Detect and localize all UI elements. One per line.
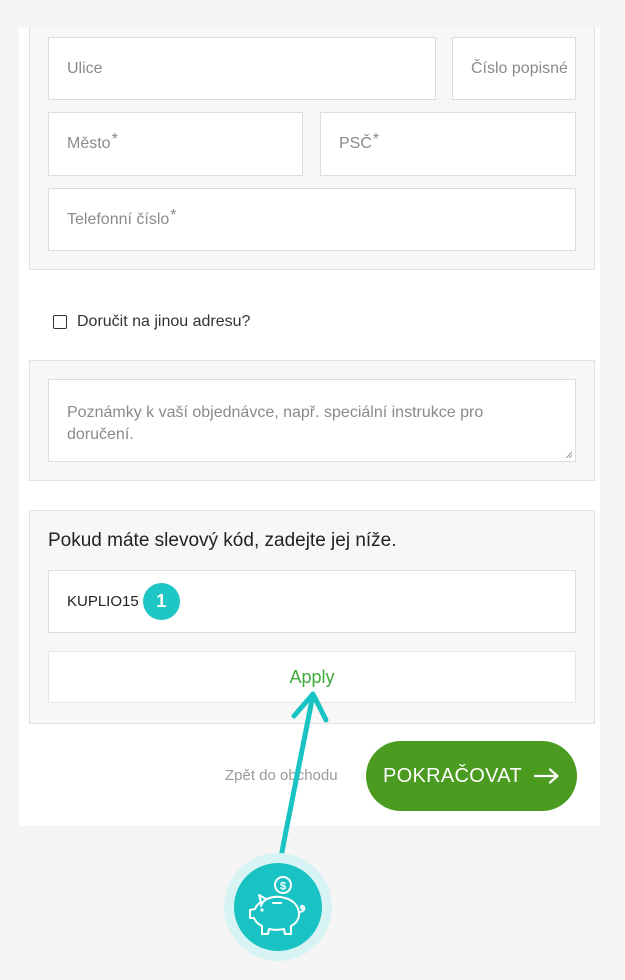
required-mark: * — [372, 131, 380, 149]
order-notes-placeholder: Poznámky k vaší objednávce, např. speciá… — [67, 404, 484, 443]
continue-button[interactable]: POKRAČOVAT — [366, 741, 577, 811]
arrow-right-icon — [533, 768, 560, 784]
phone-field[interactable]: Telefonní číslo * — [48, 188, 576, 251]
different-address-label: Doručit na jinou adresu? — [77, 313, 251, 330]
dollar-coin-icon: $ — [280, 881, 286, 893]
house-number-field[interactable]: Číslo popisné — [452, 37, 576, 100]
piggy-bank-drawing: $ — [249, 876, 306, 935]
back-to-shop-link[interactable]: Zpět do obchodu — [225, 767, 338, 784]
city-placeholder: Město — [67, 135, 111, 153]
piggy-bank-icon: $ — [234, 863, 322, 951]
required-mark: * — [170, 206, 177, 224]
street-placeholder: Ulice — [67, 59, 103, 77]
step-badge: 1 — [142, 583, 180, 620]
zip-field[interactable]: PSČ * — [320, 112, 576, 176]
zip-placeholder: PSČ — [339, 135, 372, 153]
coupon-title: Pokud máte slevový kód, zadejte jej níže… — [48, 530, 397, 551]
order-notes-textarea[interactable]: Poznámky k vaší objednávce, např. speciá… — [48, 379, 576, 462]
required-mark: * — [111, 131, 118, 149]
phone-placeholder: Telefonní číslo — [67, 210, 170, 228]
resize-handle-icon[interactable] — [565, 451, 572, 458]
different-address-checkbox[interactable] — [53, 315, 67, 329]
different-address-row[interactable]: Doručit na jinou adresu? — [53, 313, 250, 331]
coupon-code-input[interactable]: KUPLIO15 1 — [48, 570, 576, 633]
city-field[interactable]: Město * — [48, 112, 303, 176]
street-field[interactable]: Ulice — [48, 37, 436, 100]
apply-coupon-button[interactable]: Apply — [48, 651, 576, 703]
continue-label: POKRAČOVAT — [383, 764, 522, 787]
coupon-code-value: KUPLIO15 — [67, 592, 139, 610]
house-number-placeholder: Číslo popisné — [471, 59, 568, 77]
apply-coupon-label: Apply — [289, 666, 335, 687]
